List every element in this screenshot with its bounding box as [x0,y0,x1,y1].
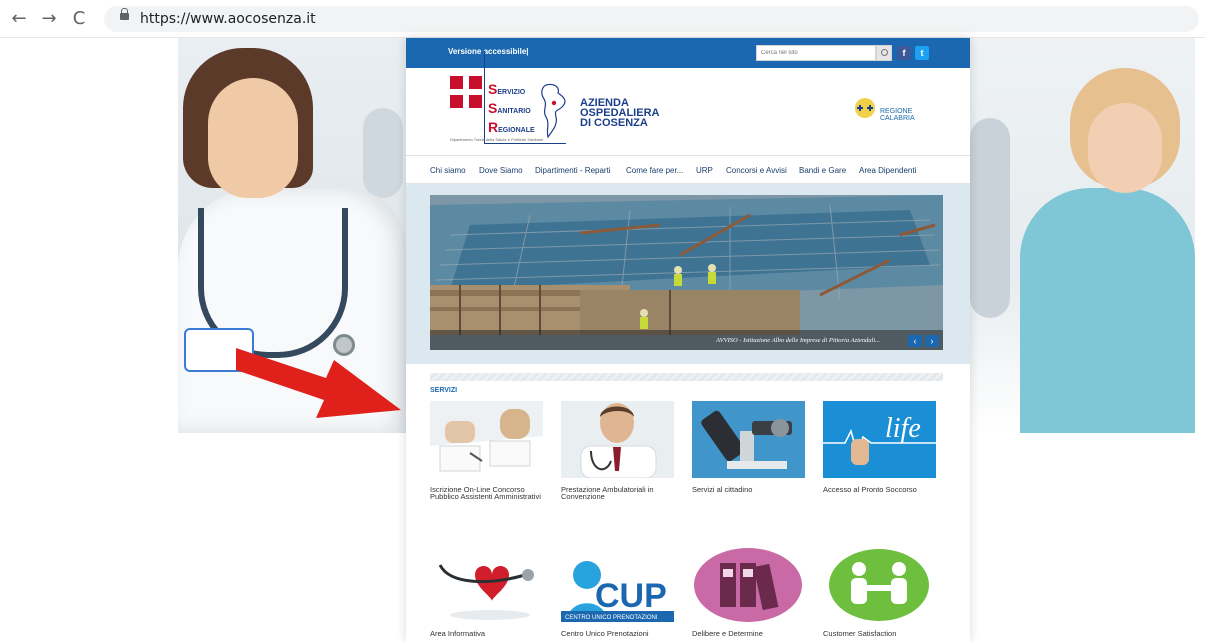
menu-item-dipartimenti[interactable]: Dipartimenti - Reparti [535,166,611,175]
regione-calabria-emblem-icon [855,98,875,118]
regione-line-2: CALABRIA [880,115,915,122]
service-label: Accesso al Pronto Soccorso [823,485,917,494]
microscope-icon [692,401,805,478]
life-heartbeat-icon: life [823,401,936,478]
red-arrow-icon [236,348,401,418]
twitter-icon[interactable]: t [915,46,929,60]
section-divider-strip [430,373,943,381]
service-label: Centro Unico Prenotazioni [561,629,649,638]
menu-item-area-dipendenti[interactable]: Area Dipendenti [859,166,916,175]
news-slider-section: AVVISO - Istituzione Albo delle Imprese … [406,184,970,364]
blurred-person-figure [970,118,1010,318]
url-text: https://www.aocosenza.it [140,11,316,27]
services-title: SERVIZI [430,387,458,394]
service-label: Prestazione Ambulatoriali in Convenzione [561,485,654,501]
browser-toolbar: ← → C https://www.aocosenza.it [0,0,1205,38]
menu-item-bandi[interactable]: Bandi e Gare [799,166,846,175]
regione-line-1: REGIONE [880,108,913,115]
ssr-line-3: REGIONALE [488,119,535,135]
search-input[interactable] [756,45,876,61]
life-text: life [885,413,921,444]
back-icon[interactable]: ← [8,8,30,30]
red-cross-icon [450,76,482,108]
construction-site-photo [430,195,943,350]
doctor-face-shape [1088,103,1162,193]
forward-icon[interactable]: → [38,8,60,30]
service-label: Iscrizione On-Line Concorso Pubblico Ass… [430,485,541,501]
binders-icon [692,545,805,622]
menu-item-concorsi[interactable]: Concorsi e Avvisi [726,166,787,175]
heart-stethoscope-icon [430,545,543,622]
slider-prev-button[interactable]: ‹ [908,335,922,347]
documents-signing-icon [430,401,543,478]
blurred-person-figure [363,108,403,198]
cup-text: CUP [595,577,667,615]
news-slider[interactable]: AVVISO - Istituzione Albo delle Imprese … [430,195,943,350]
doctor-body-shape [1020,188,1195,433]
ssr-line-1: SERVIZIO [488,81,526,97]
regione-calabria-logo[interactable]: REGIONE CALABRIA [880,108,915,122]
reload-icon[interactable]: C [68,8,90,30]
cup-subtext: CENTRO UNICO PRENOTAZIONI [565,615,658,621]
service-label: Servizi al cittadino [692,485,753,494]
service-label: Customer Satisfaction [823,629,897,638]
ssr-subtitle: Dipartimento Tutela della Salute e Polit… [450,137,544,142]
doctor-background-image [970,38,1195,433]
website-container: Versione accessibile| f t SERVIZIO SANIT… [406,38,970,642]
service-label: Delibere e Determine [692,629,763,638]
handshake-icon [823,545,936,622]
doctor-portrait-icon [561,401,674,478]
slider-next-button[interactable]: › [925,335,939,347]
azienda-line-3: DI COSENZA [580,117,648,129]
ssr-line-2: SANITARIO [488,100,531,116]
search-icon[interactable] [876,45,892,61]
cup-logo-icon: CUP CENTRO UNICO PRENOTAZIONI [561,545,674,622]
main-menu: Chi siamo Dove Siamo Dipartimenti - Repa… [406,156,970,184]
menu-item-dove-siamo[interactable]: Dove Siamo [479,166,523,175]
calabria-map-icon [541,83,566,139]
slider-caption[interactable]: AVVISO - Istituzione Albo delle Imprese … [716,337,880,344]
nurse-face-shape [208,78,298,198]
menu-item-come-fare[interactable]: Come fare per... [626,166,683,175]
facebook-icon[interactable]: f [897,46,911,60]
menu-item-chi-siamo[interactable]: Chi siamo [430,166,466,175]
address-bar[interactable]: https://www.aocosenza.it [104,6,1199,32]
menu-item-urp[interactable]: URP [696,166,713,175]
service-label: Area Informativa [430,629,486,638]
lock-icon [120,8,129,20]
azienda-ospedaliera-logo[interactable]: AZIENDA OSPEDALIERA DI COSENZA [580,98,659,129]
